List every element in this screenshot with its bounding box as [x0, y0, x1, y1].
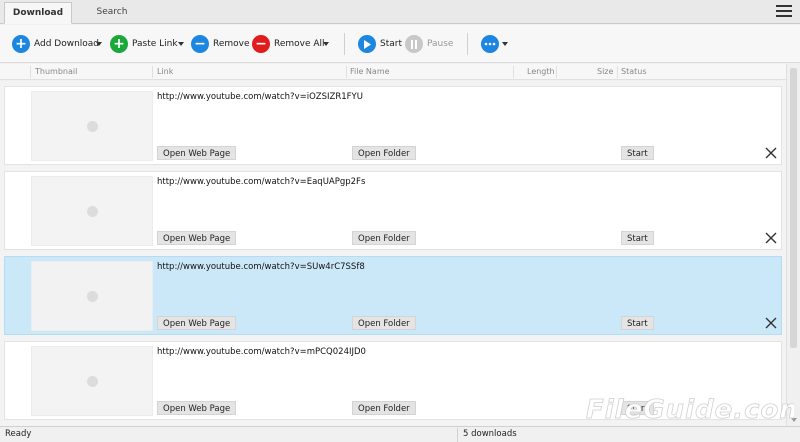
thumbnail	[31, 261, 153, 331]
thumbnail	[31, 346, 153, 416]
close-icon[interactable]	[765, 232, 777, 244]
column-divider	[556, 66, 557, 78]
remove-all-label: Remove All	[274, 39, 325, 49]
thumbnail-placeholder-icon	[87, 376, 98, 387]
col-status[interactable]: Status	[621, 67, 647, 76]
close-icon[interactable]	[765, 317, 777, 329]
col-thumbnail[interactable]: Thumbnail	[35, 67, 77, 76]
open-folder-button[interactable]: Open Folder	[352, 231, 416, 245]
column-divider	[513, 66, 514, 78]
download-list: http://www.youtube.com/watch?v=iOZSIZR1F…	[0, 81, 786, 426]
download-row[interactable]: http://www.youtube.com/watch?v=iOZSIZR1F…	[4, 86, 782, 165]
remove-button[interactable]: − Remove	[191, 34, 250, 54]
remove-all-dropdown[interactable]	[323, 42, 329, 46]
add-download-dropdown[interactable]	[96, 42, 102, 46]
open-web-page-button[interactable]: Open Web Page	[157, 316, 237, 330]
pause-circle-icon	[405, 35, 423, 53]
watermark-text: FileGuide.com	[586, 395, 794, 425]
thumbnail-placeholder-icon	[87, 121, 98, 132]
column-header: Thumbnail Link File Name Length Size Sta…	[0, 64, 786, 80]
toolbar-separator	[467, 33, 468, 55]
hamburger-icon[interactable]	[776, 5, 792, 18]
pause-label: Pause	[427, 39, 454, 49]
add-download-button[interactable]: + Add Download	[12, 34, 99, 54]
remove-all-button[interactable]: − Remove All	[252, 34, 325, 54]
col-file-name[interactable]: File Name	[350, 67, 390, 76]
thumbnail	[31, 91, 153, 161]
open-folder-button[interactable]: Open Folder	[352, 316, 416, 330]
scrollbar-thumb[interactable]	[790, 68, 797, 348]
row-start-button[interactable]: Start	[621, 146, 654, 160]
thumbnail-placeholder-icon	[87, 291, 98, 302]
row-link: http://www.youtube.com/watch?v=iOZSIZR1F…	[157, 92, 363, 102]
thumbnail-placeholder-icon	[87, 206, 98, 217]
paste-link-label: Paste Link	[132, 39, 178, 49]
more-dropdown[interactable]	[502, 42, 508, 46]
download-count: 5 downloads	[463, 429, 517, 439]
close-icon[interactable]	[765, 147, 777, 159]
minus-circle-icon: −	[191, 35, 209, 53]
col-length[interactable]: Length	[527, 67, 555, 76]
row-link: http://www.youtube.com/watch?v=SUw4rC7SS…	[157, 262, 365, 272]
start-button[interactable]: Start	[358, 34, 402, 54]
status-divider	[457, 428, 458, 442]
minus-circle-icon: −	[252, 35, 270, 53]
status-text: Ready	[5, 429, 32, 439]
more-circle-icon	[481, 35, 499, 53]
row-link: http://www.youtube.com/watch?v=mPCQ024IJ…	[157, 347, 366, 357]
add-download-label: Add Download	[34, 39, 100, 49]
toolbar: + Add Download + Paste Link − Remove − R…	[0, 25, 800, 63]
column-divider	[30, 66, 31, 78]
plus-circle-icon: +	[12, 35, 30, 53]
row-start-button[interactable]: Start	[621, 316, 654, 330]
open-web-page-button[interactable]: Open Web Page	[157, 146, 237, 160]
vertical-scrollbar[interactable]	[786, 64, 800, 426]
row-link: http://www.youtube.com/watch?v=EaqUAPgp2…	[157, 177, 366, 187]
row-start-button[interactable]: Start	[621, 231, 654, 245]
pause-button[interactable]: Pause	[405, 34, 453, 54]
remove-label: Remove	[213, 39, 250, 49]
paste-link-dropdown[interactable]	[178, 42, 184, 46]
column-divider	[617, 66, 618, 78]
thumbnail	[31, 176, 153, 246]
open-web-page-button[interactable]: Open Web Page	[157, 401, 237, 415]
plus-circle-icon: +	[110, 35, 128, 53]
open-web-page-button[interactable]: Open Web Page	[157, 231, 237, 245]
tab-download[interactable]: Download	[4, 2, 72, 24]
open-folder-button[interactable]: Open Folder	[352, 146, 416, 160]
tab-search[interactable]: Search	[84, 2, 140, 24]
toolbar-separator	[344, 33, 345, 55]
status-bar: Ready 5 downloads	[0, 426, 800, 442]
column-divider	[346, 66, 347, 78]
paste-link-button[interactable]: + Paste Link	[110, 34, 178, 54]
watermark-logo: FileGuide.com	[584, 388, 794, 428]
col-size[interactable]: Size	[597, 67, 613, 76]
download-row[interactable]: http://www.youtube.com/watch?v=EaqUAPgp2…	[4, 171, 782, 250]
more-button[interactable]	[481, 34, 499, 54]
open-folder-button[interactable]: Open Folder	[352, 401, 416, 415]
download-row[interactable]: http://www.youtube.com/watch?v=SUw4rC7SS…	[4, 256, 782, 335]
col-link[interactable]: Link	[157, 67, 173, 76]
column-divider	[152, 66, 153, 78]
play-circle-icon	[358, 35, 376, 53]
start-label: Start	[380, 39, 402, 49]
tab-bar: Download Search	[0, 0, 800, 24]
